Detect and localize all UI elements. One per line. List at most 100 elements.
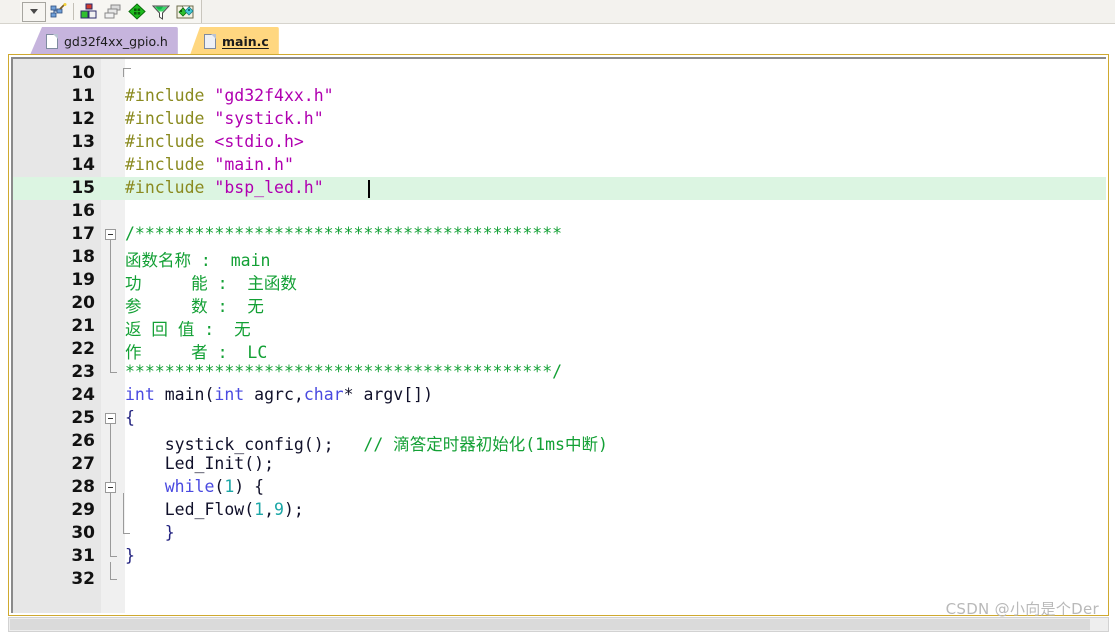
token-pre: #include [125, 132, 215, 151]
code-line-text: 返 回 值 : 无 [125, 316, 251, 340]
line-number: 24 [71, 385, 95, 405]
code-line-text: Led_Init(); [125, 454, 274, 473]
configuration-wizard-icon[interactable] [47, 1, 69, 22]
fold-toggle-icon[interactable] [105, 229, 116, 240]
code-line[interactable]: 15 #include "bsp_led.h" [13, 177, 1106, 200]
line-number: 23 [71, 362, 95, 382]
manage-components-glyph [176, 5, 194, 19]
token-cmt: 返 回 值 : 无 [125, 320, 251, 339]
code-line-text: #include "gd32f4xx.h" [125, 86, 334, 105]
code-line[interactable]: 18 函数名称 : main [13, 246, 1106, 271]
chevron-down-icon [30, 9, 38, 14]
code-line[interactable]: 11 #include "gd32f4xx.h" [13, 85, 1106, 108]
token-brace: } [125, 546, 135, 565]
code-line[interactable]: 22 作 者 : LC [13, 338, 1106, 363]
code-line-text: 函数名称 : main [125, 247, 270, 271]
tab-label: gd32f4xx_gpio.h [64, 33, 168, 49]
line-number: 11 [71, 86, 95, 106]
code-line-text: ****************************************… [125, 362, 562, 381]
code-line-text: Led_Flow(1,9); [125, 500, 304, 519]
code-line[interactable]: 21 返 回 值 : 无 [13, 315, 1106, 340]
line-number: 30 [71, 523, 95, 543]
code-line[interactable]: 27 Led_Init(); [13, 453, 1106, 476]
code-line-text: 功 能 : 主函数 [125, 270, 297, 294]
token-kw: char [303, 385, 344, 404]
code-line[interactable]: 24 int main(int agrc,char* argv[]) [13, 384, 1106, 407]
line-number: 13 [71, 132, 95, 152]
configuration-wizard-glyph [50, 3, 67, 18]
horizontal-scrollbar[interactable] [8, 617, 1109, 632]
token-kw: while [164, 477, 215, 496]
token-str: "bsp_led.h" [214, 178, 324, 197]
code-line[interactable]: 32 [13, 568, 1106, 591]
code-line-text: } [125, 546, 135, 565]
fold-guide-line [110, 240, 117, 373]
token-str: <stdio.h> [214, 132, 304, 151]
bookmark-diamond-icon[interactable] [126, 1, 148, 22]
code-line-text: systick_config(); // 滴答定时器初始化(1ms中断) [125, 431, 608, 455]
code-text-area[interactable]: 10 11 #include "gd32f4xx.h" 12 #include "sys… [13, 59, 1106, 613]
line-number: 29 [71, 500, 95, 520]
token-pre: #include [125, 109, 215, 128]
build-target-glyph [80, 3, 97, 19]
token-brace: } [125, 523, 175, 542]
token-cmt: 功 能 : 主函数 [125, 274, 297, 293]
toolbar-button-group [20, 0, 202, 23]
fold-toggle-icon[interactable] [105, 413, 116, 424]
token-str: "main.h" [214, 155, 294, 174]
line-number: 18 [71, 247, 95, 267]
line-number: 14 [71, 155, 95, 175]
dropdown-combo-button[interactable] [22, 1, 46, 22]
batch-build-icon[interactable] [102, 1, 124, 22]
code-line[interactable]: 23 **************************************… [13, 361, 1106, 384]
token-plain: * argv[]) [343, 385, 433, 404]
token-plain: Led_Init(); [125, 454, 275, 473]
token-plain: Led_Flow( [125, 500, 255, 519]
token-str: "gd32f4xx.h" [214, 86, 334, 105]
fold-guide-line [110, 562, 117, 580]
code-line[interactable]: 13 #include <stdio.h> [13, 131, 1106, 154]
code-line[interactable]: 20 参 数 : 无 [13, 292, 1106, 316]
text-caret [368, 180, 370, 198]
build-target-icon[interactable] [78, 1, 100, 22]
toolbar-separator [73, 3, 74, 20]
code-line[interactable]: 19 功 能 : 主函数 [13, 269, 1106, 294]
code-line[interactable]: 30 } [13, 522, 1106, 545]
line-number: 28 [71, 477, 95, 497]
code-line[interactable]: 26 systick_config(); // 滴答定时器初始化(1ms中断) [13, 430, 1106, 455]
token-str: "systick.h" [214, 109, 324, 128]
tab-label: main.c [222, 33, 269, 49]
fold-guide-end [123, 68, 131, 77]
code-line[interactable]: 16 [13, 200, 1106, 223]
code-line[interactable]: 14 #include "main.h" [13, 154, 1106, 177]
line-number: 16 [71, 201, 95, 221]
csdn-watermark: CSDN @小向是个Der [945, 600, 1099, 618]
code-line[interactable]: 25 { [13, 407, 1106, 430]
code-line[interactable]: 10 [13, 62, 1106, 85]
code-line-text: #include <stdio.h> [125, 132, 304, 151]
manage-components-icon[interactable] [174, 1, 196, 22]
token-plain: ) { [234, 477, 265, 496]
code-line[interactable]: 29 Led_Flow(1,9); [13, 499, 1106, 522]
token-plain: ( [214, 477, 225, 496]
horizontal-scrollbar-thumb[interactable] [10, 619, 1090, 630]
code-line-text: int main(int agrc,char* argv[]) [125, 385, 433, 404]
token-plain: , [264, 500, 275, 519]
code-line-text: 作 者 : LC [125, 339, 267, 363]
line-number: 12 [71, 109, 95, 129]
line-number: 17 [71, 224, 95, 244]
tab-main-c[interactable]: main.c [190, 27, 279, 55]
file-document-icon [46, 33, 58, 49]
bookmark-diamond-glyph [128, 3, 146, 20]
line-number: 20 [71, 293, 95, 313]
code-line[interactable]: 17 /*************************************… [13, 223, 1106, 246]
tab-gd32f4xx-gpio-h[interactable]: gd32f4xx_gpio.h [30, 27, 178, 55]
code-line[interactable]: 12 #include "systick.h" [13, 108, 1106, 131]
token-pre: #include [125, 178, 215, 197]
code-editor[interactable]: 10 11 #include "gd32f4xx.h" 12 #include "sys… [11, 57, 1106, 613]
filter-funnel-icon[interactable] [150, 1, 172, 22]
fold-toggle-icon[interactable] [105, 482, 116, 493]
code-line[interactable]: 28 while(1) { [13, 476, 1106, 499]
code-line[interactable]: 31} [13, 545, 1106, 568]
